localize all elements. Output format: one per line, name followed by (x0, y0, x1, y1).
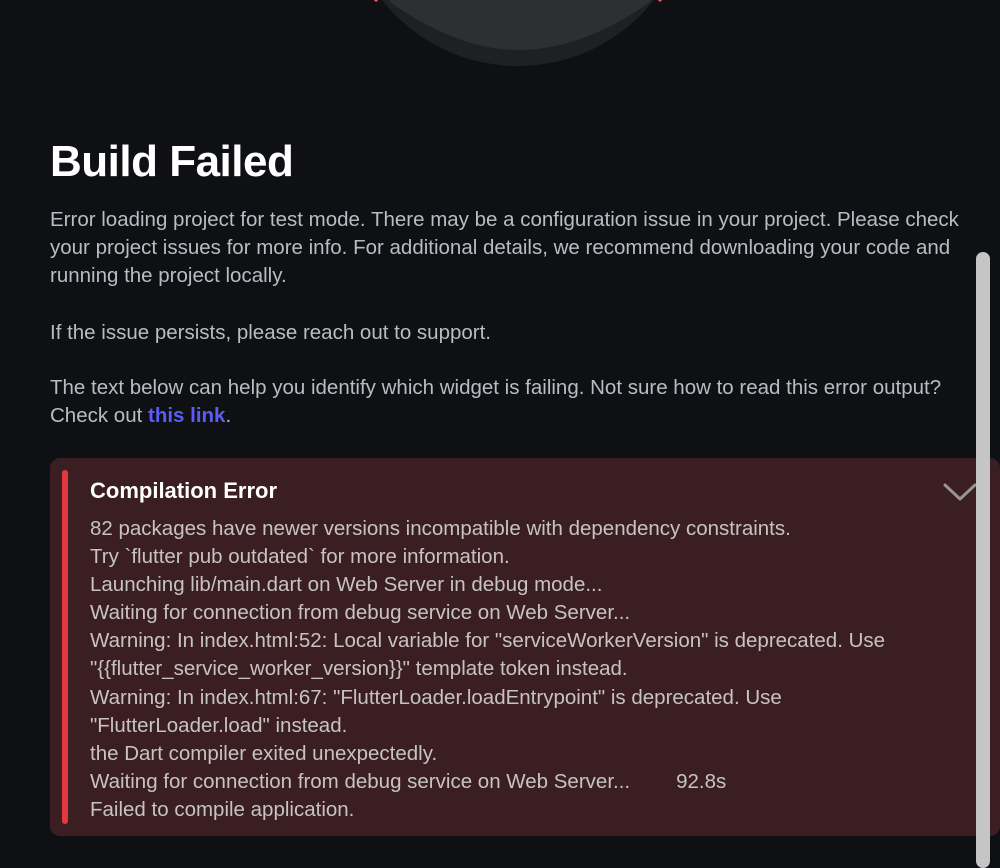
log-line: "{{flutter_service_worker_version}}" tem… (90, 657, 628, 681)
support-paragraph: If the issue persists, please reach out … (50, 321, 491, 344)
build-failed-page: Build Failed Error loading project for t… (0, 0, 1000, 868)
log-line: "FlutterLoader.load" instead. (90, 713, 348, 737)
help-link[interactable]: this link (148, 404, 225, 427)
log-line: the Dart compiler exited unexpectedly. (90, 741, 438, 765)
log-line-text: Waiting for connection from debug servic… (90, 769, 631, 793)
scrollbar-thumb[interactable] (976, 252, 990, 868)
log-line-with-timer: Waiting for connection from debug servic… (90, 768, 990, 796)
log-line: Waiting for connection from debug servic… (90, 601, 631, 625)
error-accent-bar (62, 470, 68, 824)
chevron-down-icon[interactable] (940, 476, 980, 506)
log-line: Launching lib/main.dart on Web Server in… (90, 573, 603, 597)
elapsed-time: 92.8s (676, 769, 727, 793)
page-title: Build Failed (50, 137, 294, 186)
help-paragraph: The text below can help you identify whi… (50, 374, 990, 430)
help-text-end: . (225, 404, 232, 427)
error-log: 82 packages have newer versions incompat… (90, 515, 990, 824)
log-line: Failed to compile application. (90, 797, 355, 821)
compilation-error-panel: Compilation Error 82 packages have newer… (50, 458, 1000, 836)
description-paragraph: Error loading project for test mode. The… (50, 208, 959, 287)
log-line: Try `flutter pub outdated` for more info… (90, 545, 510, 569)
error-title: Compilation Error (90, 478, 278, 503)
log-line: 82 packages have newer versions incompat… (90, 517, 791, 540)
log-line: Warning: In index.html:67: "FlutterLoade… (90, 685, 782, 709)
log-line: Warning: In index.html:52: Local variabl… (90, 629, 886, 653)
error-illustration (318, 0, 718, 66)
